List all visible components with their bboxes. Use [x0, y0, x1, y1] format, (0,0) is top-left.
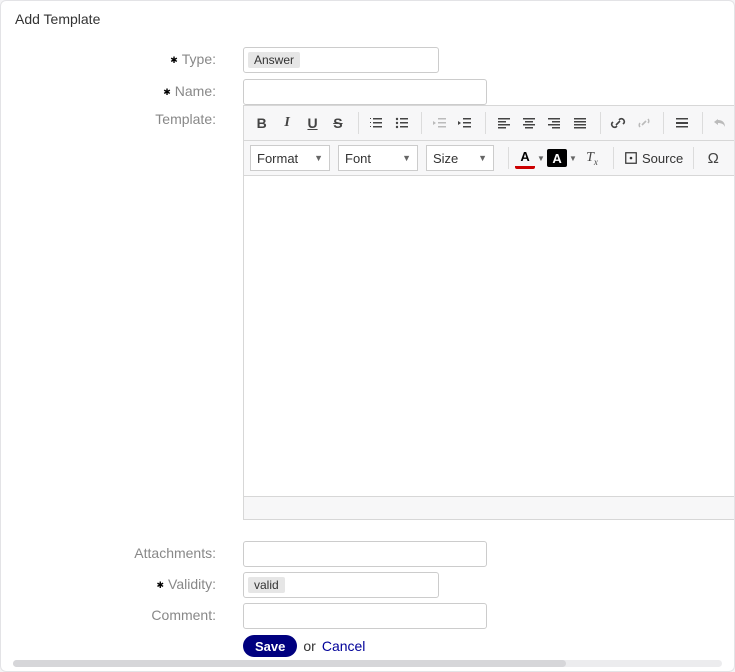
label-attachments: Attachments:	[1, 545, 216, 561]
editor-toolbar-row1: B I U S	[244, 106, 734, 141]
comment-field[interactable]	[243, 603, 487, 629]
align-center-icon	[521, 115, 537, 131]
unlink-button[interactable]	[632, 110, 655, 136]
remove-format-button[interactable]: Tx	[579, 145, 605, 171]
outdent-button[interactable]	[428, 110, 451, 136]
align-right-icon	[546, 115, 562, 131]
editor-statusbar	[244, 496, 734, 519]
separator	[613, 147, 614, 169]
undo-icon	[712, 115, 728, 131]
separator	[663, 112, 664, 134]
form-actions: Save or Cancel	[243, 635, 365, 657]
editor-toolbar-row2: Format ▼ Font ▼ Size ▼ A ▼ A ▼ Tx	[244, 141, 734, 176]
or-text: or	[303, 638, 315, 654]
horizontal-rule-button[interactable]	[670, 110, 693, 136]
align-right-button[interactable]	[543, 110, 566, 136]
ordered-list-icon	[368, 115, 384, 131]
type-select[interactable]: Answer	[243, 47, 439, 73]
save-button[interactable]: Save	[243, 635, 297, 657]
align-left-icon	[496, 115, 512, 131]
font-dropdown[interactable]: Font ▼	[338, 145, 418, 171]
label-comment: Comment:	[1, 607, 216, 623]
type-value: Answer	[248, 52, 300, 68]
size-dropdown-label: Size	[433, 151, 458, 166]
attachments-field[interactable]	[243, 541, 487, 567]
label-template: Template:	[1, 111, 216, 127]
bg-color-button[interactable]: A ▼	[547, 145, 577, 171]
align-left-button[interactable]	[492, 110, 515, 136]
bg-color-icon: A	[547, 149, 567, 167]
label-type: Type:	[1, 51, 216, 67]
link-icon	[610, 115, 626, 131]
unordered-list-button[interactable]	[390, 110, 413, 136]
editor-textarea[interactable]	[244, 176, 734, 496]
outdent-icon	[432, 115, 448, 131]
size-dropdown[interactable]: Size ▼	[426, 145, 494, 171]
validity-value: valid	[248, 577, 285, 593]
omega-icon: Ω	[708, 150, 719, 167]
italic-button[interactable]: I	[275, 110, 298, 136]
horizontal-scrollbar[interactable]	[13, 660, 722, 667]
separator	[421, 112, 422, 134]
label-validity: Validity:	[1, 576, 216, 592]
unordered-list-icon	[394, 115, 410, 131]
remove-format-icon: Tx	[586, 150, 598, 167]
unlink-icon	[636, 115, 652, 131]
special-char-button[interactable]: Ω	[700, 145, 726, 171]
page-title: Add Template	[15, 11, 100, 27]
separator	[702, 112, 703, 134]
template-editor: B I U S	[243, 105, 734, 520]
text-color-icon: A	[515, 148, 535, 169]
chevron-down-icon: ▼	[537, 154, 545, 163]
name-field[interactable]	[243, 79, 487, 105]
separator	[358, 112, 359, 134]
underline-button[interactable]: U	[301, 110, 324, 136]
indent-button[interactable]	[454, 110, 477, 136]
separator	[600, 112, 601, 134]
source-button-label: Source	[642, 151, 683, 166]
separator	[508, 147, 509, 169]
add-template-panel: Add Template Type: Name: Template: Attac…	[0, 0, 735, 672]
scrollbar-thumb[interactable]	[13, 660, 566, 667]
align-center-button[interactable]	[517, 110, 540, 136]
text-color-button[interactable]: A ▼	[515, 145, 545, 171]
cancel-link[interactable]: Cancel	[322, 638, 366, 654]
separator	[693, 147, 694, 169]
source-icon	[624, 151, 638, 165]
chevron-down-icon: ▼	[314, 153, 323, 163]
horizontal-rule-icon	[674, 115, 690, 131]
align-justify-icon	[572, 115, 588, 131]
label-name: Name:	[1, 83, 216, 99]
font-dropdown-label: Font	[345, 151, 371, 166]
chevron-down-icon: ▼	[569, 154, 577, 163]
ordered-list-button[interactable]	[365, 110, 388, 136]
align-justify-button[interactable]	[568, 110, 591, 136]
undo-button[interactable]	[709, 110, 732, 136]
format-dropdown-label: Format	[257, 151, 298, 166]
strike-button[interactable]: S	[326, 110, 349, 136]
bold-button[interactable]: B	[250, 110, 273, 136]
chevron-down-icon: ▼	[402, 153, 411, 163]
validity-select[interactable]: valid	[243, 572, 439, 598]
link-button[interactable]	[607, 110, 630, 136]
source-button[interactable]: Source	[620, 151, 687, 166]
indent-icon	[457, 115, 473, 131]
format-dropdown[interactable]: Format ▼	[250, 145, 330, 171]
chevron-down-icon: ▼	[478, 153, 487, 163]
separator	[485, 112, 486, 134]
